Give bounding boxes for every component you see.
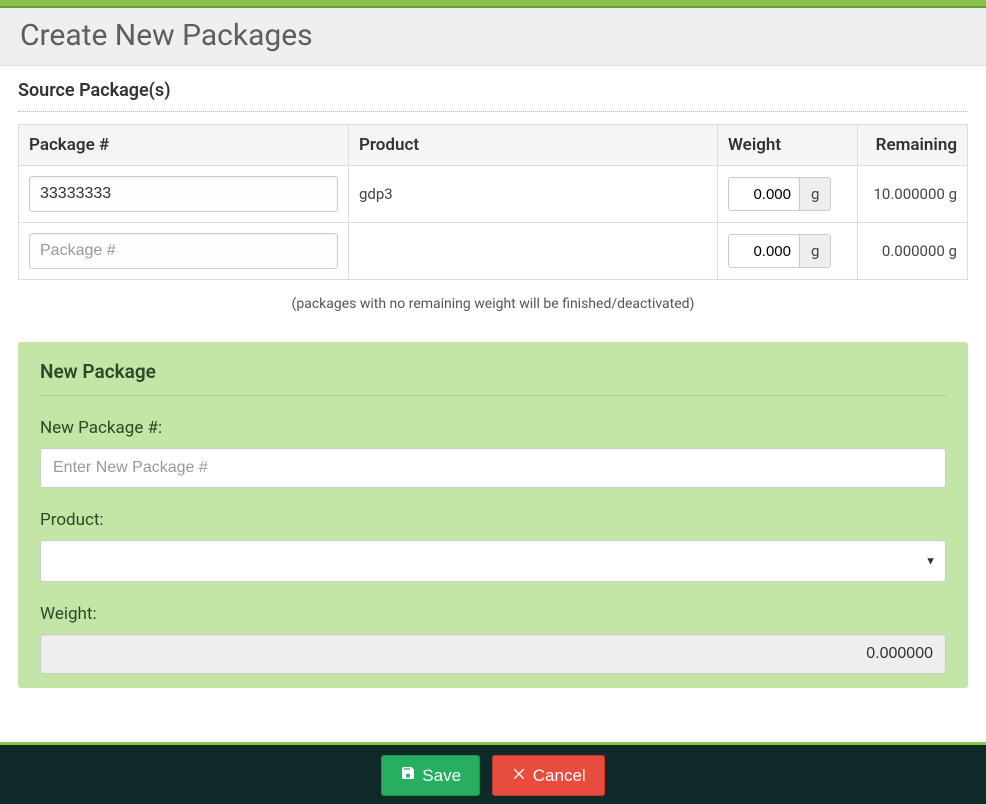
- new-package-title: New Package: [40, 360, 946, 383]
- label-product: Product:: [40, 510, 946, 530]
- new-package-divider: [40, 395, 946, 396]
- cancel-button-label: Cancel: [533, 766, 586, 786]
- col-header-remaining: Remaining: [858, 125, 968, 166]
- footer-actions-bar: Save Cancel: [0, 742, 986, 804]
- source-hint-text: (packages with no remaining weight will …: [18, 296, 968, 312]
- table-row: g 0.000000 g: [19, 223, 968, 280]
- source-remaining-cell: 0.000000 g: [858, 223, 968, 280]
- save-icon: [400, 765, 416, 786]
- weight-unit-addon: g: [800, 234, 831, 268]
- new-package-product-select[interactable]: [40, 540, 946, 582]
- page-header: Create New Packages: [0, 8, 986, 66]
- form-group-package-number: New Package #:: [40, 418, 946, 488]
- page-title: Create New Packages: [20, 18, 966, 53]
- source-product-cell: gdp3: [349, 166, 718, 223]
- col-header-weight: Weight: [718, 125, 858, 166]
- form-group-product: Product: ▼: [40, 510, 946, 582]
- label-weight: Weight:: [40, 604, 946, 624]
- form-group-weight: Weight:: [40, 604, 946, 674]
- source-section-title: Source Package(s): [18, 80, 968, 101]
- brand-top-bar: [0, 0, 986, 8]
- source-weight-input[interactable]: [728, 177, 800, 211]
- save-button-label: Save: [422, 766, 461, 786]
- source-remaining-cell: 10.000000 g: [858, 166, 968, 223]
- source-weight-input[interactable]: [728, 234, 800, 268]
- weight-input-group: g: [728, 177, 847, 211]
- source-product-cell: [349, 223, 718, 280]
- close-icon: [511, 765, 527, 786]
- save-button[interactable]: Save: [381, 755, 480, 796]
- source-packages-table: Package # Product Weight Remaining gdp3 …: [18, 124, 968, 280]
- cancel-button[interactable]: Cancel: [492, 755, 605, 796]
- new-package-weight-display: [40, 634, 946, 674]
- weight-unit-addon: g: [800, 177, 831, 211]
- new-package-number-input[interactable]: [40, 448, 946, 488]
- table-header-row: Package # Product Weight Remaining: [19, 125, 968, 166]
- source-package-input[interactable]: [29, 176, 338, 212]
- col-header-product: Product: [349, 125, 718, 166]
- new-package-panel: New Package New Package #: Product: ▼ We…: [18, 342, 968, 688]
- col-header-package: Package #: [19, 125, 349, 166]
- source-section-divider: [18, 111, 968, 112]
- label-package-number: New Package #:: [40, 418, 946, 438]
- table-row: gdp3 g 10.000000 g: [19, 166, 968, 223]
- source-package-input[interactable]: [29, 233, 338, 269]
- main-container: Source Package(s) Package # Product Weig…: [0, 66, 986, 688]
- weight-input-group: g: [728, 234, 847, 268]
